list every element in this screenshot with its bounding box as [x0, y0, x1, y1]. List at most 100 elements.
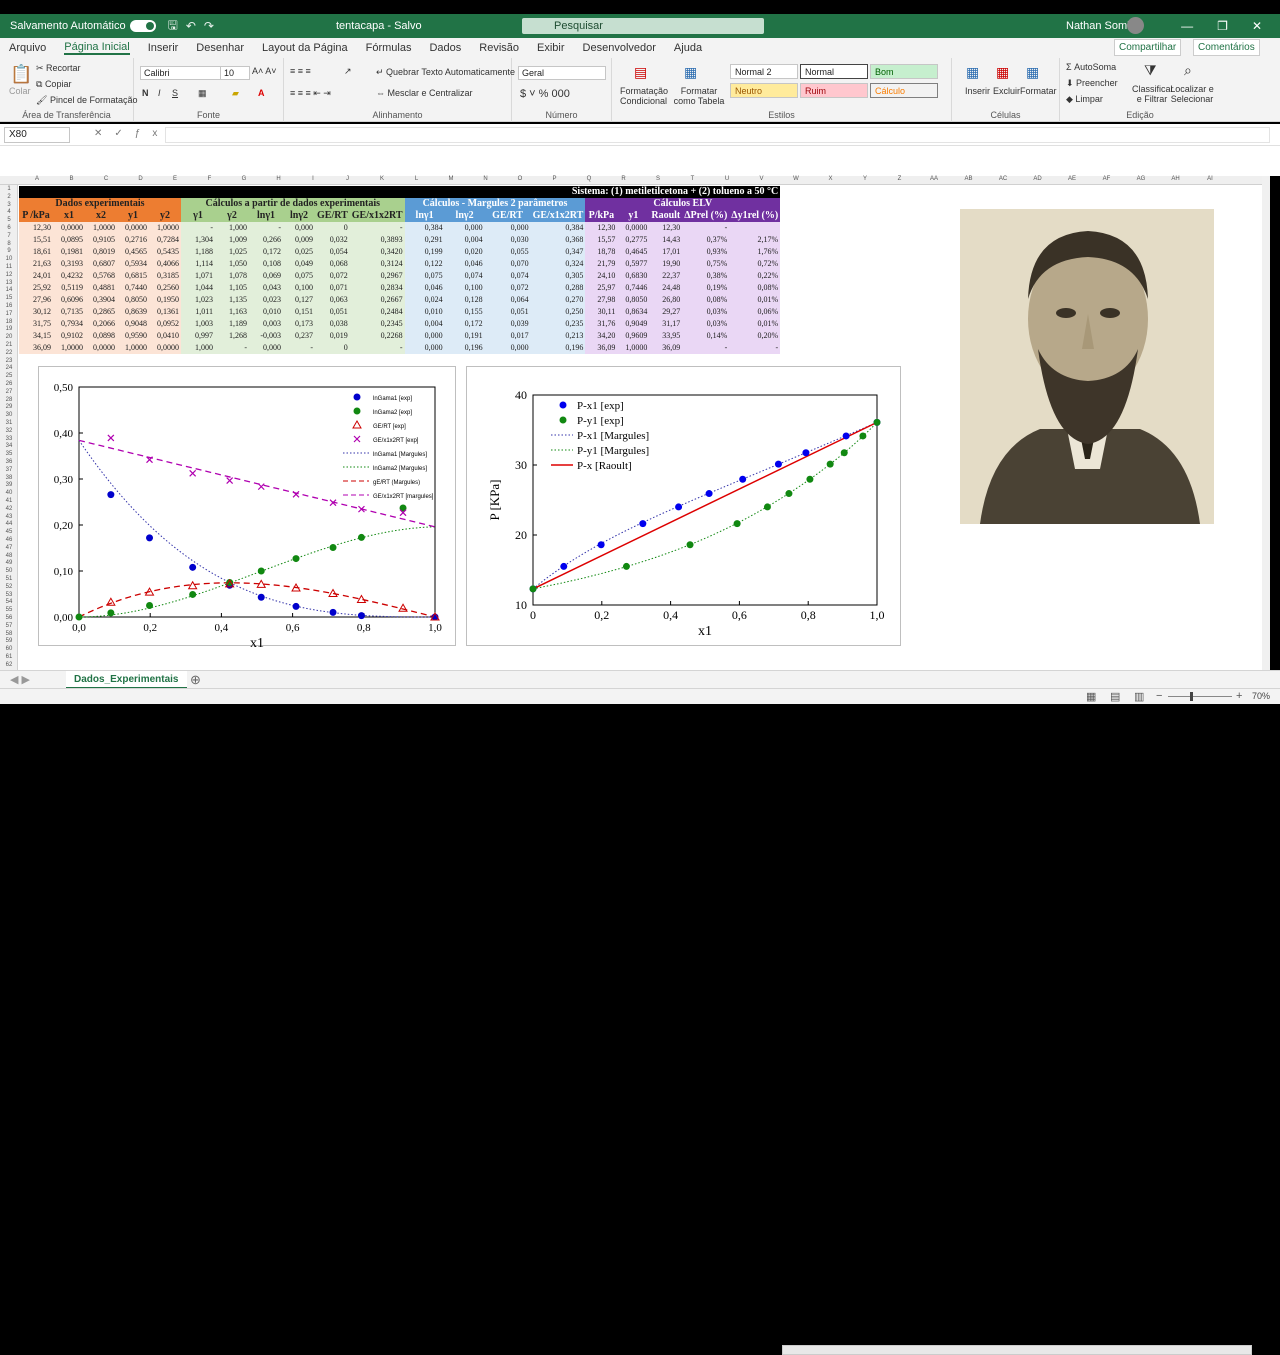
- sort-filter-icon[interactable]: ⧩: [1144, 62, 1157, 79]
- paste-icon[interactable]: 📋: [10, 64, 32, 85]
- table-cell[interactable]: 0,010: [249, 306, 283, 318]
- table-cell[interactable]: 0,03%: [682, 306, 730, 318]
- table-cell[interactable]: 0,14%: [682, 330, 730, 342]
- table-cell[interactable]: 1,044: [181, 282, 215, 294]
- row-number[interactable]: 34: [0, 443, 18, 449]
- tab-dados[interactable]: Dados: [429, 42, 461, 54]
- formula-input[interactable]: [165, 127, 1270, 143]
- table-cell[interactable]: 0,6096: [53, 294, 85, 306]
- row-number[interactable]: 47: [0, 545, 18, 551]
- row-number[interactable]: 10: [0, 256, 18, 262]
- table-cell[interactable]: 30,12: [19, 306, 53, 318]
- paste-label[interactable]: Colar: [9, 86, 31, 96]
- row-number[interactable]: 26: [0, 381, 18, 387]
- table-cell[interactable]: 0,127: [283, 294, 315, 306]
- table-cell[interactable]: 0,213: [530, 330, 586, 342]
- table-cell[interactable]: 25,92: [19, 282, 53, 294]
- format-cells-icon[interactable]: ▦: [1026, 64, 1039, 81]
- table-cell[interactable]: 0,155: [444, 306, 485, 318]
- table-cell[interactable]: 25,97: [585, 282, 618, 294]
- table-cell[interactable]: 1,009: [215, 234, 249, 246]
- table-cell[interactable]: 1,189: [215, 318, 249, 330]
- table-cell[interactable]: 1,135: [215, 294, 249, 306]
- table-cell[interactable]: 1,0000: [53, 342, 85, 354]
- table-cell[interactable]: 0: [315, 222, 350, 234]
- table-cell[interactable]: -: [349, 342, 405, 354]
- row-number[interactable]: 2: [0, 194, 18, 200]
- font-grow-icon[interactable]: A˄ A˅: [252, 66, 277, 76]
- font-size-select[interactable]: 10: [220, 66, 250, 80]
- column-letter[interactable]: AI: [1193, 176, 1227, 182]
- table-cell[interactable]: 0,270: [530, 294, 586, 306]
- table-cell[interactable]: 0,2834: [349, 282, 405, 294]
- zoom-slider-handle[interactable]: [1190, 692, 1193, 701]
- table-cell[interactable]: 24,01: [19, 270, 53, 282]
- table-cell[interactable]: 0,196: [530, 342, 586, 354]
- table-cell[interactable]: 0,038: [315, 318, 350, 330]
- table-cell[interactable]: 0,291: [404, 234, 445, 246]
- table-cell[interactable]: 1,114: [181, 258, 215, 270]
- table-cell[interactable]: 0,3904: [85, 294, 117, 306]
- table-cell[interactable]: 0,8050: [617, 294, 650, 306]
- table-cell[interactable]: 31,17: [649, 318, 683, 330]
- table-cell[interactable]: 0,4565: [117, 246, 149, 258]
- table-cell[interactable]: 0,063: [315, 294, 350, 306]
- align-left-icon[interactable]: ≡ ≡ ≡ ⇤ ⇥: [290, 88, 331, 99]
- table-cell[interactable]: 1,188: [181, 246, 215, 258]
- row-number[interactable]: 21: [0, 342, 18, 348]
- column-letter[interactable]: D: [124, 176, 158, 182]
- row-number[interactable]: 25: [0, 373, 18, 379]
- table-cell[interactable]: 0,191: [444, 330, 485, 342]
- table-cell[interactable]: 0,01%: [729, 294, 781, 306]
- tab-desenhar[interactable]: Desenhar: [196, 42, 244, 54]
- column-letter[interactable]: T: [676, 176, 710, 182]
- table-cell[interactable]: 0,7440: [117, 282, 149, 294]
- format-table-icon[interactable]: ▦: [684, 64, 697, 81]
- row-number[interactable]: 16: [0, 303, 18, 309]
- table-cell[interactable]: 0,08%: [729, 282, 781, 294]
- table-cell[interactable]: 0,7284: [149, 234, 181, 246]
- column-letter[interactable]: B: [55, 176, 89, 182]
- avatar[interactable]: [1127, 17, 1144, 34]
- column-letter[interactable]: N: [469, 176, 503, 182]
- table-cell[interactable]: 0,368: [530, 234, 586, 246]
- table-cell[interactable]: 0,074: [444, 270, 485, 282]
- table-cell[interactable]: -: [729, 342, 781, 354]
- table-cell[interactable]: 0,4232: [53, 270, 85, 282]
- table-cell[interactable]: 0,003: [249, 318, 283, 330]
- table-cell[interactable]: 36,09: [19, 342, 53, 354]
- table-cell[interactable]: 1,000: [215, 222, 249, 234]
- row-number[interactable]: 7: [0, 233, 18, 239]
- table-cell[interactable]: 0,0000: [617, 222, 650, 234]
- row-number[interactable]: 50: [0, 568, 18, 574]
- row-number[interactable]: 37: [0, 467, 18, 473]
- table-cell[interactable]: 14,43: [649, 234, 683, 246]
- table-cell[interactable]: -: [682, 342, 730, 354]
- table-cell[interactable]: -: [215, 342, 249, 354]
- table-cell[interactable]: 0,068: [315, 258, 350, 270]
- column-letter[interactable]: AF: [1090, 176, 1124, 182]
- table-cell[interactable]: 0,235: [530, 318, 586, 330]
- restore-icon[interactable]: ❐: [1217, 19, 1228, 33]
- column-header[interactable]: x2: [85, 210, 117, 222]
- table-cell[interactable]: 0,06%: [729, 306, 781, 318]
- system-title[interactable]: Sistema: (1) metiletilcetona + (2) tolue…: [19, 186, 781, 198]
- zoom-in-icon[interactable]: +: [1236, 690, 1242, 702]
- portrait-image[interactable]: [960, 209, 1214, 524]
- column-letter[interactable]: C: [89, 176, 123, 182]
- row-number[interactable]: 24: [0, 365, 18, 371]
- number-format-select[interactable]: Geral: [518, 66, 606, 80]
- minimize-icon[interactable]: —: [1181, 19, 1193, 33]
- horizontal-scrollbar[interactable]: [782, 1345, 1252, 1355]
- table-cell[interactable]: -: [249, 222, 283, 234]
- row-number[interactable]: 27: [0, 389, 18, 395]
- table-cell[interactable]: 0,055: [484, 246, 531, 258]
- table-cell[interactable]: 26,80: [649, 294, 683, 306]
- table-cell[interactable]: 0,0898: [85, 330, 117, 342]
- row-number[interactable]: 51: [0, 576, 18, 582]
- table-cell[interactable]: 0,4645: [617, 246, 650, 258]
- table-cell[interactable]: 29,27: [649, 306, 683, 318]
- table-cell[interactable]: 1,003: [181, 318, 215, 330]
- column-letter[interactable]: A: [20, 176, 54, 182]
- currency-icon[interactable]: $ ˅ % 000: [520, 88, 570, 100]
